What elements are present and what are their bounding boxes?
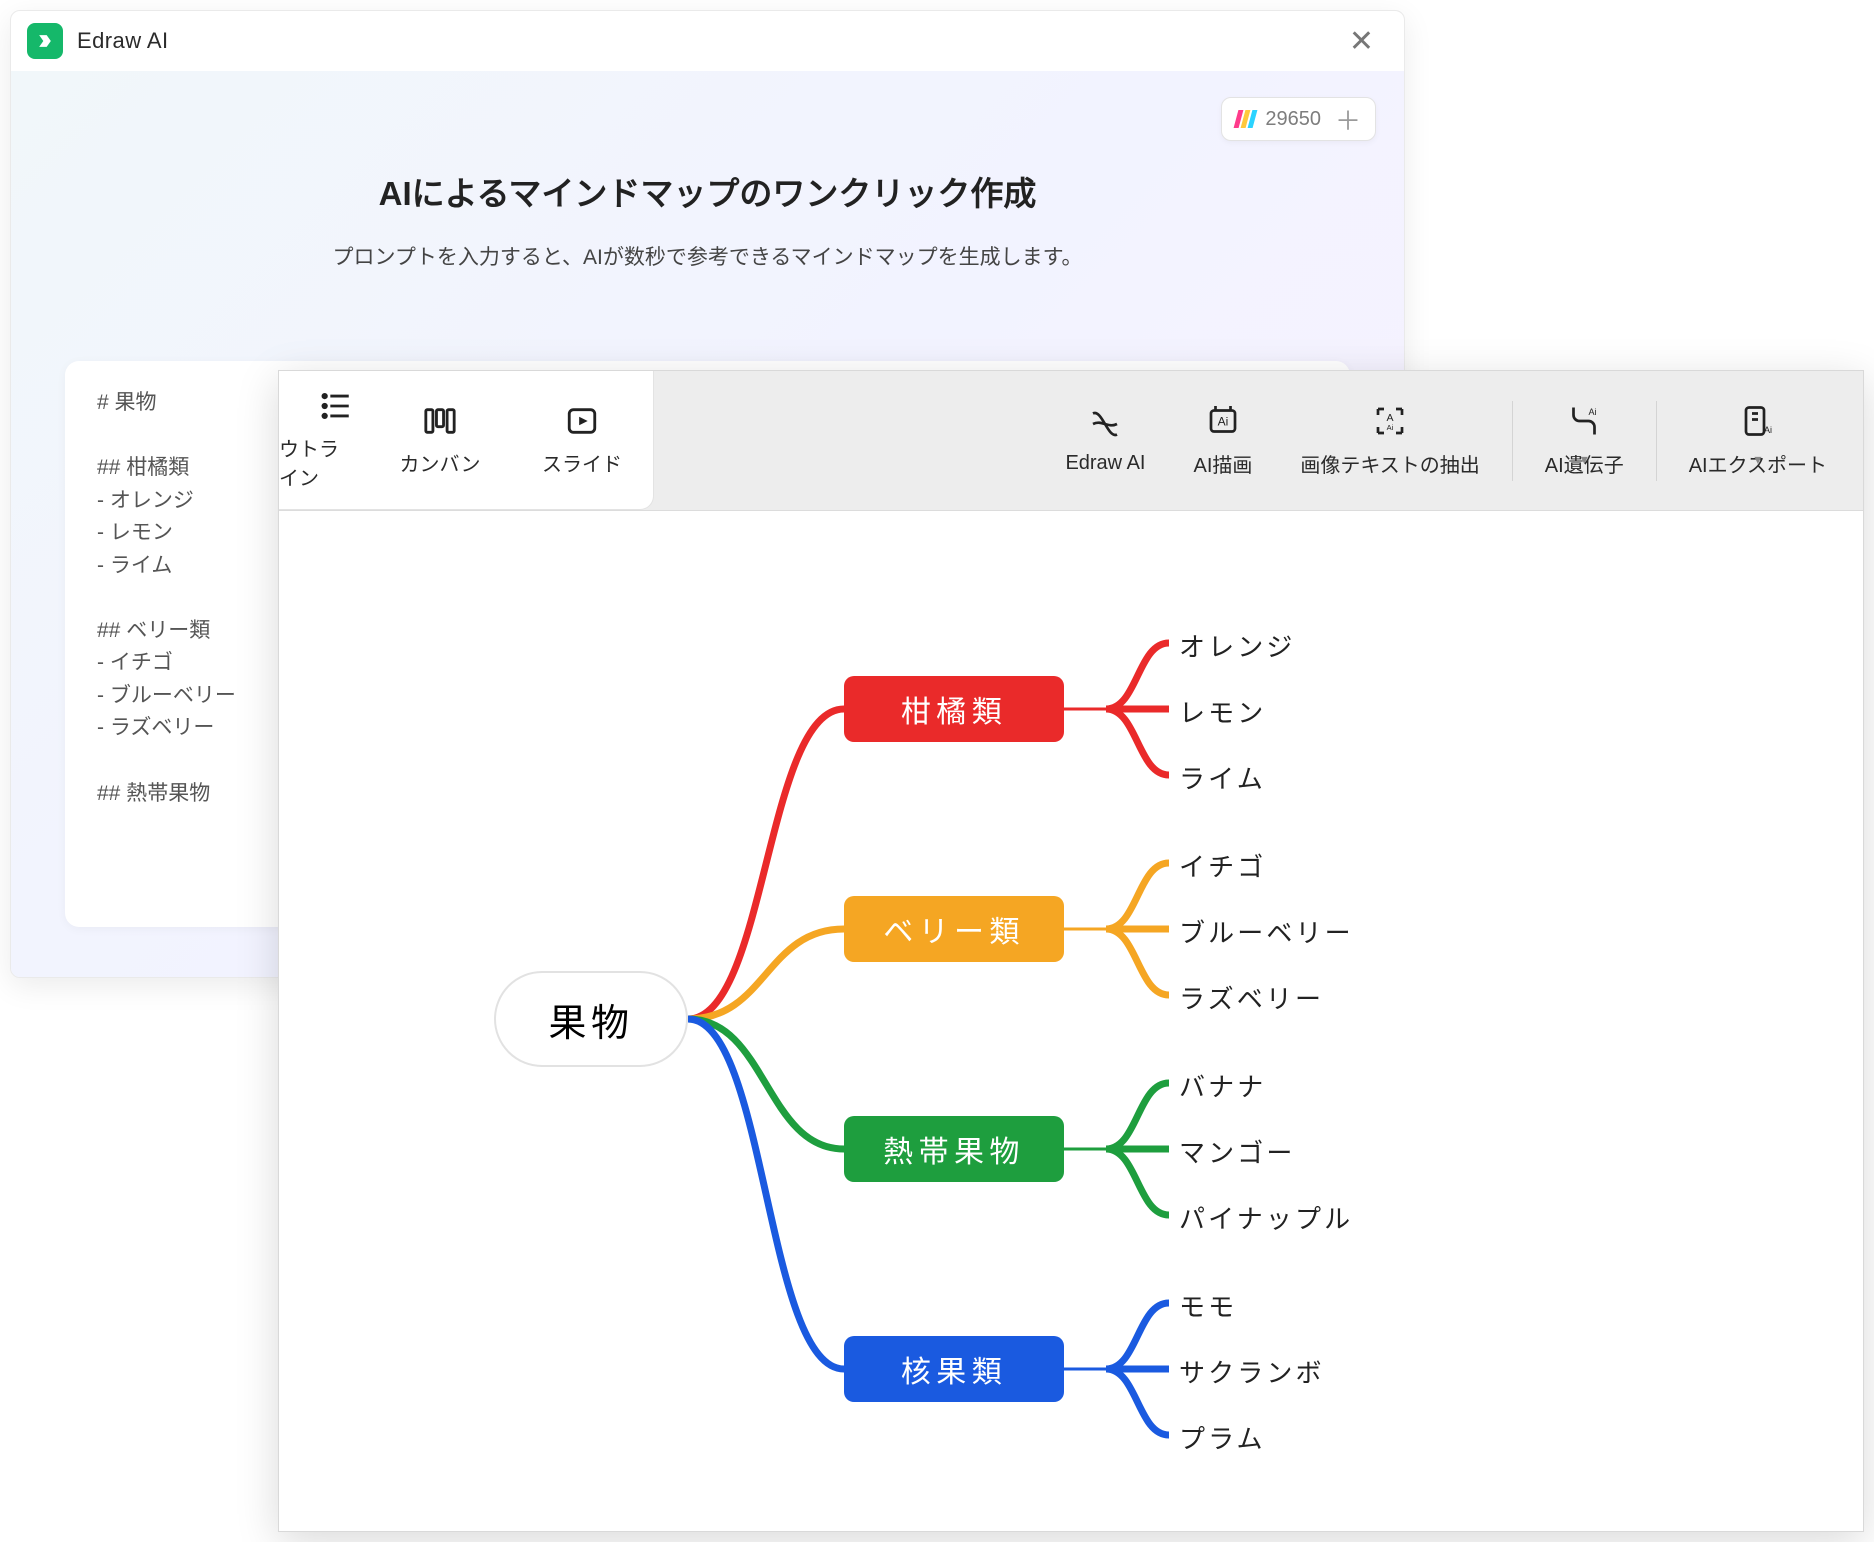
edraw-app-icon: [27, 23, 63, 59]
dialog-title: Edraw AI: [77, 28, 169, 54]
mindmap-canvas[interactable]: 果物 柑橘類 オレンジレモンライムベリー類 イチゴブルーベリーラズベリー熱帯果物 バナ…: [279, 511, 1863, 1531]
mindmap-leaf-node[interactable]: オレンジ: [1179, 627, 1295, 664]
chevron-down-icon-2: ▾: [1754, 451, 1761, 468]
tool-edraw-ai[interactable]: Edraw AI: [1041, 406, 1169, 475]
credit-amount: 29650: [1265, 108, 1321, 131]
tab-outline[interactable]: ウトライン: [279, 371, 369, 509]
mindmap-branch-node[interactable]: 核果類: [844, 1336, 1064, 1402]
tool-ai-extract-label: 画像テキストの抽出: [1300, 449, 1479, 478]
tool-ai-draw-label: AI描画: [1193, 449, 1252, 478]
mindmap-leaf-node[interactable]: バナナ: [1179, 1067, 1266, 1104]
credit-balance-pill: 29650 ＋: [1221, 97, 1376, 141]
toolbar-separator-2: [1656, 401, 1657, 481]
mindmap-leaf-node[interactable]: ライム: [1179, 759, 1266, 796]
hero-title: AIによるマインドマップのワンクリック作成: [11, 71, 1404, 215]
mindmap-leaf-node[interactable]: パイナップル: [1179, 1199, 1353, 1236]
view-tabs: ウトライン カンバン スライド: [279, 371, 654, 510]
mindmap-leaf-node[interactable]: プラム: [1179, 1419, 1266, 1456]
credit-icon: [1236, 110, 1255, 128]
dialog-titlebar: Edraw AI ✕: [11, 11, 1404, 71]
hero-subtitle: プロンプトを入力すると、AIが数秒で参考できるマインドマップを生成します。: [11, 241, 1404, 271]
tool-ai-draw[interactable]: Ai AI描画: [1169, 403, 1276, 478]
svg-text:Ai: Ai: [1764, 425, 1772, 435]
mindmap-branch-node[interactable]: ベリー類: [844, 896, 1064, 962]
tab-slide[interactable]: スライド: [511, 371, 653, 509]
tool-ai-extract[interactable]: AAi 画像テキストの抽出: [1276, 403, 1503, 478]
tool-ai-export[interactable]: Ai AIエクスポート ▾: [1665, 403, 1863, 478]
ai-tool-group: Edraw AI Ai AI描画 AAi 画像テキストの抽出 Ai AI遺伝子 …: [1041, 371, 1863, 510]
toolbar-separator: [1512, 401, 1513, 481]
editor-toolbar: ウトライン カンバン スライド Edraw AI Ai AI描画 AAi: [279, 371, 1863, 511]
tab-outline-label: ウトライン: [279, 433, 353, 491]
mindmap-root-node[interactable]: 果物: [494, 971, 688, 1067]
svg-text:Ai: Ai: [1589, 407, 1597, 417]
add-credit-button[interactable]: ＋: [1331, 101, 1365, 138]
mindmap-leaf-node[interactable]: イチゴ: [1179, 847, 1266, 884]
mindmap-leaf-node[interactable]: レモン: [1179, 693, 1266, 730]
close-button[interactable]: ✕: [1339, 20, 1384, 63]
tab-kanban[interactable]: カンバン: [369, 371, 511, 509]
mindmap-leaf-node[interactable]: マンゴー: [1179, 1133, 1295, 1170]
mindmap-branch-node[interactable]: 熱帯果物: [844, 1116, 1064, 1182]
tool-ai-gene[interactable]: Ai AI遺伝子 ▾: [1521, 403, 1648, 478]
mindmap-leaf-node[interactable]: ブルーベリー: [1179, 913, 1354, 950]
mindmap-editor: ウトライン カンバン スライド Edraw AI Ai AI描画 AAi: [278, 370, 1864, 1532]
svg-text:Ai: Ai: [1218, 415, 1229, 429]
tool-edraw-ai-label: Edraw AI: [1065, 452, 1145, 475]
tab-kanban-label: カンバン: [400, 448, 481, 477]
tab-slide-label: スライド: [542, 448, 622, 477]
mindmap-leaf-node[interactable]: ラズベリー: [1179, 979, 1324, 1016]
svg-text:Ai: Ai: [1387, 423, 1394, 432]
mindmap-branch-node[interactable]: 柑橘類: [844, 676, 1064, 742]
mindmap-leaf-node[interactable]: モモ: [1179, 1287, 1237, 1324]
chevron-down-icon: ▾: [1581, 451, 1588, 468]
mindmap-leaf-node[interactable]: サクランボ: [1179, 1353, 1325, 1390]
